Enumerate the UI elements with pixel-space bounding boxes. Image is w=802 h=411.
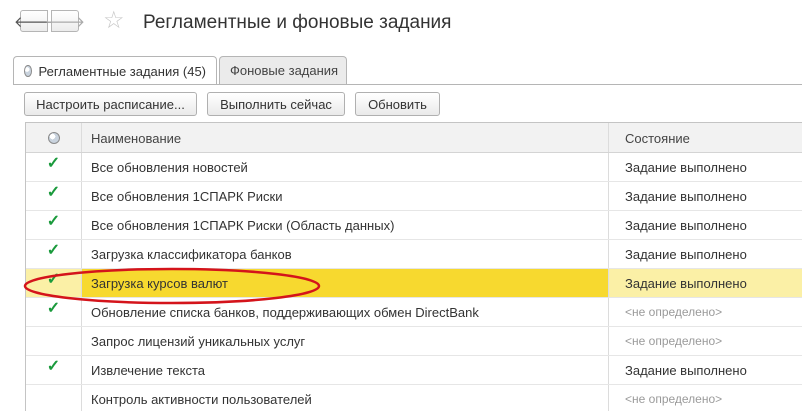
back-button[interactable]: 🡐	[14, 10, 54, 32]
checkmark-icon: ✓	[46, 213, 61, 230]
row-status-cell: ✓	[26, 298, 81, 326]
globe-icon	[24, 65, 32, 77]
row-status-cell	[26, 385, 81, 411]
job-state: <не определено>	[625, 305, 723, 319]
table-header: Наименование Состояние	[26, 123, 802, 153]
row-status-cell: ✓	[26, 240, 81, 268]
favorite-star-icon[interactable]: ☆	[103, 8, 125, 34]
table-row[interactable]: ✓ Обновление списка банков, поддерживающи…	[26, 298, 802, 327]
checkmark-icon: ✓	[46, 271, 61, 288]
table-row[interactable]: Контроль активности пользователей <не опр…	[26, 385, 802, 411]
table-row[interactable]: ✓ Все обновления 1СПАРК Риски Задание выпо…	[26, 182, 802, 211]
table-row[interactable]: ✓ Извлечение текста Задание выполнено	[26, 356, 802, 385]
arrow-right-icon: 🡒	[44, 13, 86, 31]
job-state: Задание выполнено	[625, 188, 747, 204]
checkmark-icon: ✓	[46, 242, 61, 259]
job-name: Все обновления новостей	[91, 159, 248, 175]
job-state: Задание выполнено	[609, 269, 802, 297]
job-state: Задание выполнено	[625, 159, 747, 175]
checkmark-icon: ✓	[46, 358, 61, 375]
row-status-cell: ✓	[26, 211, 81, 239]
checkmark-icon: ✓	[46, 155, 61, 172]
table-row[interactable]: ✓ Все обновления 1СПАРК Риски (Область да…	[26, 211, 802, 240]
column-header-state[interactable]: Состояние	[625, 123, 690, 153]
job-name: Все обновления 1СПАРК Риски	[91, 188, 283, 204]
globe-icon	[47, 132, 60, 144]
job-name: Запрос лицензий уникальных услуг	[91, 333, 306, 349]
run-now-button[interactable]: Выполнить сейчас	[207, 92, 345, 116]
checkmark-icon: ✓	[46, 300, 61, 317]
job-state: Задание выполнено	[625, 246, 747, 262]
row-status-cell: ✓	[26, 269, 81, 297]
tab-label: Фоновые задания	[230, 63, 339, 78]
job-state: <не определено>	[625, 392, 723, 406]
page-title: Регламентные и фоновые задания	[143, 12, 452, 33]
forward-button[interactable]: 🡒	[45, 10, 85, 32]
row-status-cell: ✓	[26, 356, 81, 384]
tab-divider	[13, 84, 802, 85]
row-status-cell: ✓	[26, 153, 81, 181]
job-state: <не определено>	[625, 334, 723, 348]
column-header-icon[interactable]	[26, 123, 81, 153]
job-name: Контроль активности пользователей	[91, 391, 312, 407]
job-state: Задание выполнено	[625, 362, 747, 378]
refresh-button[interactable]: Обновить	[355, 92, 440, 116]
tab-label: Регламентные задания (45)	[38, 63, 206, 79]
table-row[interactable]: ✓ Загрузка классификатора банков Задание в…	[26, 240, 802, 269]
table-row[interactable]: ✓ Загрузка курсов валют Задание выполнено	[26, 269, 802, 298]
row-status-cell: ✓	[26, 182, 81, 210]
checkmark-icon: ✓	[46, 184, 61, 201]
tab-scheduled-jobs[interactable]: Регламентные задания (45)	[13, 56, 217, 85]
job-state: Задание выполнено	[625, 217, 747, 233]
table-row[interactable]: Запрос лицензий уникальных услуг <не опре…	[26, 327, 802, 356]
job-name: Обновление списка банков, поддерживающих…	[91, 304, 479, 320]
row-status-cell	[26, 327, 81, 355]
table-row[interactable]: ✓ Все обновления новостей Задание выполнен…	[26, 153, 802, 182]
job-name: Все обновления 1СПАРК Риски (Область дан…	[91, 217, 395, 233]
job-name: Загрузка курсов валют	[81, 269, 608, 297]
configure-schedule-button[interactable]: Настроить расписание...	[24, 92, 197, 116]
job-name: Извлечение текста	[91, 362, 205, 378]
jobs-table: Наименование Состояние ✓ Все обновления н…	[25, 122, 802, 411]
tab-background-jobs[interactable]: Фоновые задания	[219, 56, 347, 84]
column-header-name[interactable]: Наименование	[91, 123, 181, 153]
job-name: Загрузка классификатора банков	[91, 246, 292, 262]
